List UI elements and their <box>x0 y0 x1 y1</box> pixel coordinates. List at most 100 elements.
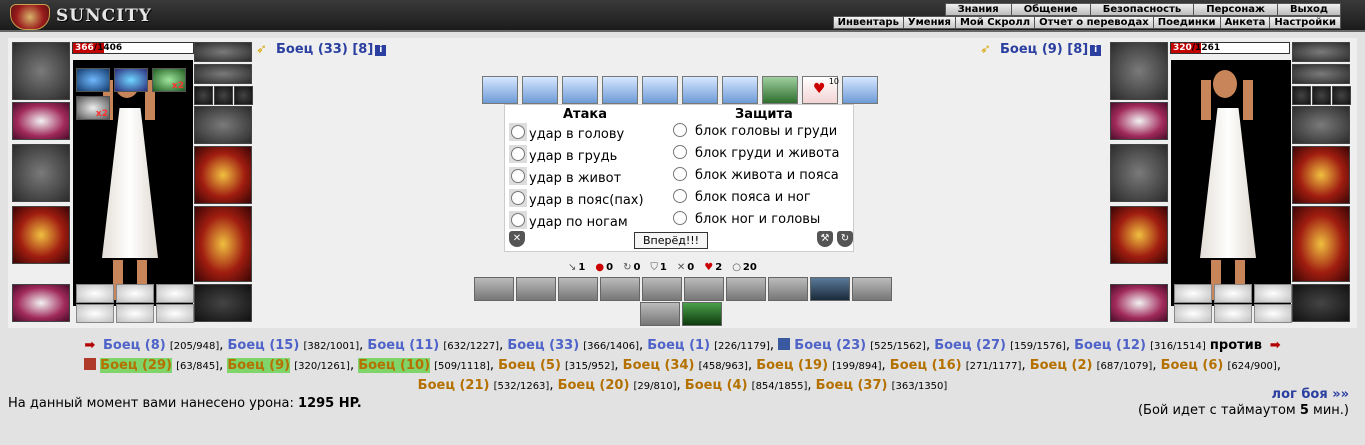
skill-shield-icon[interactable] <box>516 277 556 301</box>
menu-knowledge[interactable]: Знания <box>944 3 1012 16</box>
attack-shield-icon[interactable]: ✕ <box>509 231 525 247</box>
ice-scroll-icon[interactable] <box>722 76 758 104</box>
radio-button[interactable] <box>511 147 525 161</box>
defense-shield-icon[interactable]: ⚒ <box>817 231 833 247</box>
defense-option-4[interactable]: блок пояса и ног <box>673 189 811 209</box>
heal-scroll-icon[interactable]: 10 ♥ <box>802 76 839 104</box>
ring-slot-icon[interactable] <box>214 86 233 105</box>
ring-slot-icon[interactable] <box>234 86 253 105</box>
curse-buff-icon[interactable]: x2 <box>76 96 110 120</box>
shield-slot-icon[interactable] <box>194 146 252 204</box>
team1-fighter[interactable]: Боец (11) <box>367 338 439 353</box>
ring-slot-icon[interactable] <box>1312 86 1331 105</box>
menu-communication[interactable]: Общение <box>1010 3 1091 16</box>
skill-heal-icon[interactable] <box>726 277 766 301</box>
battle-log-link[interactable]: лог боя »» <box>1272 387 1349 402</box>
empty-slot-icon[interactable] <box>1174 284 1212 303</box>
team1-fighter[interactable]: Боец (12) <box>1074 338 1146 353</box>
ice-scroll-icon[interactable] <box>682 76 718 104</box>
empty-slot-icon[interactable] <box>1214 304 1252 323</box>
team2-fighter[interactable]: Боец (34) <box>623 358 695 373</box>
info-icon[interactable]: i <box>1090 45 1102 56</box>
menu-security[interactable]: Безопасность <box>1089 3 1195 16</box>
ice-scroll-icon[interactable] <box>522 76 558 104</box>
submenu-profile[interactable]: Анкета <box>1219 16 1271 29</box>
empty-slot-icon[interactable] <box>76 304 114 323</box>
skill-blades-icon[interactable] <box>558 277 598 301</box>
ice-scroll-icon[interactable] <box>562 76 598 104</box>
ring-slot-icon[interactable] <box>1292 86 1311 105</box>
ice-scroll-icon[interactable] <box>842 76 878 104</box>
skill-wings-icon[interactable] <box>852 277 892 301</box>
defense-option-2[interactable]: блок груди и живота <box>673 145 840 165</box>
team2-fighter[interactable]: Боец (6) <box>1161 358 1224 373</box>
armor-slot-icon[interactable] <box>1110 206 1168 264</box>
skill-fist-icon[interactable] <box>474 277 514 301</box>
team1-fighter[interactable]: Боец (1) <box>647 338 710 353</box>
earring-slot-icon[interactable] <box>1292 42 1350 62</box>
attack-option-legs[interactable]: удар по ногам <box>509 211 628 231</box>
defense-option-5[interactable]: блок ног и головы <box>673 211 820 231</box>
gloves-slot-icon[interactable] <box>1292 106 1350 144</box>
team2-fighter[interactable]: Боец (2) <box>1030 358 1093 373</box>
poison-scroll-icon[interactable] <box>762 76 798 104</box>
attack-option-groin[interactable]: удар в пояс(пах) <box>509 189 644 209</box>
shield-slot-icon[interactable] <box>1292 146 1350 204</box>
helmet-slot-icon[interactable] <box>1110 42 1168 100</box>
empty-slot-icon[interactable] <box>116 284 154 303</box>
empty-slot-icon[interactable] <box>76 284 114 303</box>
team2-fighter[interactable]: Боец (10) <box>358 358 431 373</box>
team2-fighter[interactable]: Боец (37) <box>816 378 888 393</box>
ice-scroll-icon[interactable] <box>602 76 638 104</box>
necklace-slot-icon[interactable] <box>1292 64 1350 84</box>
team1-fighter[interactable]: Боец (15) <box>228 338 300 353</box>
belt-slot-icon[interactable] <box>1110 284 1168 322</box>
legs-slot-icon[interactable] <box>194 206 252 282</box>
skill-poison-icon[interactable] <box>682 302 722 326</box>
skill-spirit-icon[interactable] <box>810 277 850 301</box>
weapon-slot-icon[interactable] <box>12 144 70 202</box>
left-fighter-name[interactable]: ➶ Боец (33) [8] i <box>256 42 387 57</box>
attack-option-head[interactable]: удар в голову <box>509 123 624 143</box>
weapon-slot-icon[interactable] <box>1110 144 1168 202</box>
auto-shield-icon[interactable]: ↻ <box>837 231 853 247</box>
submenu-skills[interactable]: Умения <box>902 16 956 29</box>
right-fighter-name[interactable]: ➶ Боец (9) [8] i <box>980 42 1102 57</box>
team1-fighter[interactable]: Боец (8) <box>103 338 166 353</box>
attack-option-chest[interactable]: удар в грудь <box>509 145 617 165</box>
legs-slot-icon[interactable] <box>1292 206 1350 282</box>
boots-slot-icon[interactable] <box>1292 284 1350 322</box>
submenu-inventory[interactable]: Инвентарь <box>832 16 904 29</box>
radio-button[interactable] <box>673 211 687 225</box>
magic-buff-icon[interactable] <box>114 68 148 92</box>
submenu-my-scroll[interactable]: Мой Скролл <box>954 16 1036 29</box>
team2-fighter[interactable]: Боец (9) <box>227 358 291 373</box>
boots-slot-icon[interactable] <box>194 284 252 322</box>
team2-fighter[interactable]: Боец (16) <box>890 358 962 373</box>
helmet-slot-icon[interactable] <box>12 42 70 100</box>
team2-fighter[interactable]: Боец (19) <box>756 358 828 373</box>
submenu-battles[interactable]: Поединки <box>1152 16 1221 29</box>
skill-guard-icon[interactable] <box>642 277 682 301</box>
ring-slot-icon[interactable] <box>1332 86 1351 105</box>
empty-slot-icon[interactable] <box>1254 304 1292 323</box>
team1-fighter[interactable]: Боец (23) <box>794 338 866 353</box>
radio-button[interactable] <box>673 189 687 203</box>
ice-scroll-icon[interactable] <box>482 76 518 104</box>
team1-fighter[interactable]: Боец (27) <box>934 338 1006 353</box>
team2-fighter[interactable]: Боец (21) <box>418 378 490 393</box>
radio-button[interactable] <box>511 169 525 183</box>
attack-option-belly[interactable]: удар в живот <box>509 167 621 187</box>
empty-slot-icon[interactable] <box>1254 284 1292 303</box>
armor-slot-icon[interactable] <box>12 206 70 264</box>
ice-buff-icon[interactable] <box>76 68 110 92</box>
skill-shuriken-icon[interactable] <box>640 302 680 326</box>
empty-slot-icon[interactable] <box>116 304 154 323</box>
menu-character[interactable]: Персонаж <box>1193 3 1278 16</box>
skill-strike-icon[interactable] <box>768 277 808 301</box>
ice-scroll-icon[interactable] <box>642 76 678 104</box>
gloves-slot-icon[interactable] <box>194 106 252 144</box>
team2-fighter[interactable]: Боец (4) <box>685 378 748 393</box>
ring-slot-icon[interactable] <box>194 86 213 105</box>
team1-fighter[interactable]: Боец (33) <box>507 338 579 353</box>
